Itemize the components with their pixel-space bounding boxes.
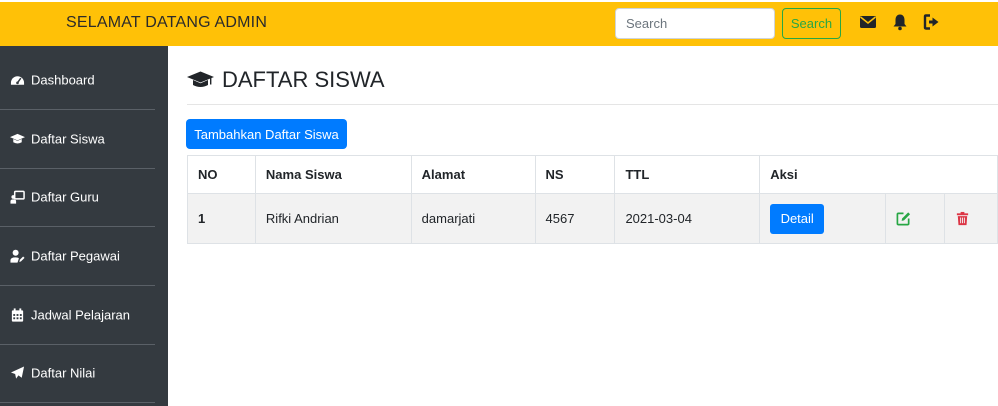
sidebar-item-label: Daftar Pegawai [31,248,120,264]
column-header-alamat: Alamat [410,155,536,194]
sidebar-item-label: Jadwal Pelajaran [31,307,131,323]
cell-detail: Detail [759,193,887,244]
sidebar-item-label: Daftar Siswa [31,131,105,147]
cell-ttl: 2021-03-04 [614,193,761,244]
calendar-icon [10,308,25,323]
main-content: DAFTAR SISWA Tambahkan Daftar Siswa NO N… [168,46,998,406]
column-header-ns: NS [534,155,616,194]
table-header-row: NO Nama Siswa Alamat NS TTL Aksi [187,155,998,194]
search-input[interactable] [615,8,775,39]
sidebar-item-label: Daftar Guru [31,189,99,205]
cell-edit [885,193,945,244]
title-divider [187,104,998,105]
column-header-no: NO [187,155,256,194]
edit-icon[interactable] [896,211,911,226]
sidebar: Dashboard Daftar Siswa Daftar Guru Dafta… [0,46,168,406]
student-table: NO Nama Siswa Alamat NS TTL Aksi 1 Rifki… [187,155,998,244]
user-edit-icon [10,249,25,264]
page-title: DAFTAR SISWA [187,67,385,93]
chalkboard-teacher-icon [10,190,25,205]
table-row: 1 Rifki Andrian damarjati 4567 2021-03-0… [187,193,998,244]
sidebar-item-daftar-pegawai[interactable]: Daftar Pegawai [0,227,155,286]
tachometer-icon [10,73,25,88]
sidebar-item-label: Dashboard [31,72,95,88]
sign-out-icon[interactable] [923,13,941,31]
sidebar-item-daftar-siswa[interactable]: Daftar Siswa [0,110,155,169]
sidebar-item-dashboard[interactable]: Dashboard [0,51,155,110]
add-student-button[interactable]: Tambahkan Daftar Siswa [186,119,347,149]
search-button[interactable]: Search [782,8,841,39]
bell-icon[interactable] [891,13,909,31]
sidebar-item-jadwal-pelajaran[interactable]: Jadwal Pelajaran [0,286,155,345]
cell-no: 1 [187,193,256,244]
graduation-cap-icon [10,132,25,147]
envelope-icon[interactable] [859,13,877,31]
column-header-aksi: Aksi [759,155,998,194]
cell-delete [943,193,998,244]
sidebar-item-daftar-guru[interactable]: Daftar Guru [0,168,155,227]
page-title-text: DAFTAR SISWA [222,67,385,92]
trash-icon[interactable] [955,211,970,226]
column-header-nama-siswa: Nama Siswa [254,155,412,194]
cell-nama-siswa: Rifki Andrian [254,193,412,244]
top-navbar: SELAMAT DATANG ADMIN Search [0,0,998,46]
sidebar-item-label: Daftar Nilai [31,365,96,381]
cell-alamat: damarjati [410,193,536,244]
graduation-cap-icon [187,70,214,90]
brand-title: SELAMAT DATANG ADMIN [66,14,268,31]
column-header-ttl: TTL [614,155,761,194]
detail-button[interactable]: Detail [770,203,825,234]
sidebar-item-daftar-nilai[interactable]: Daftar Nilai [0,344,155,403]
cell-ns: 4567 [534,193,616,244]
paper-plane-icon [10,366,25,381]
